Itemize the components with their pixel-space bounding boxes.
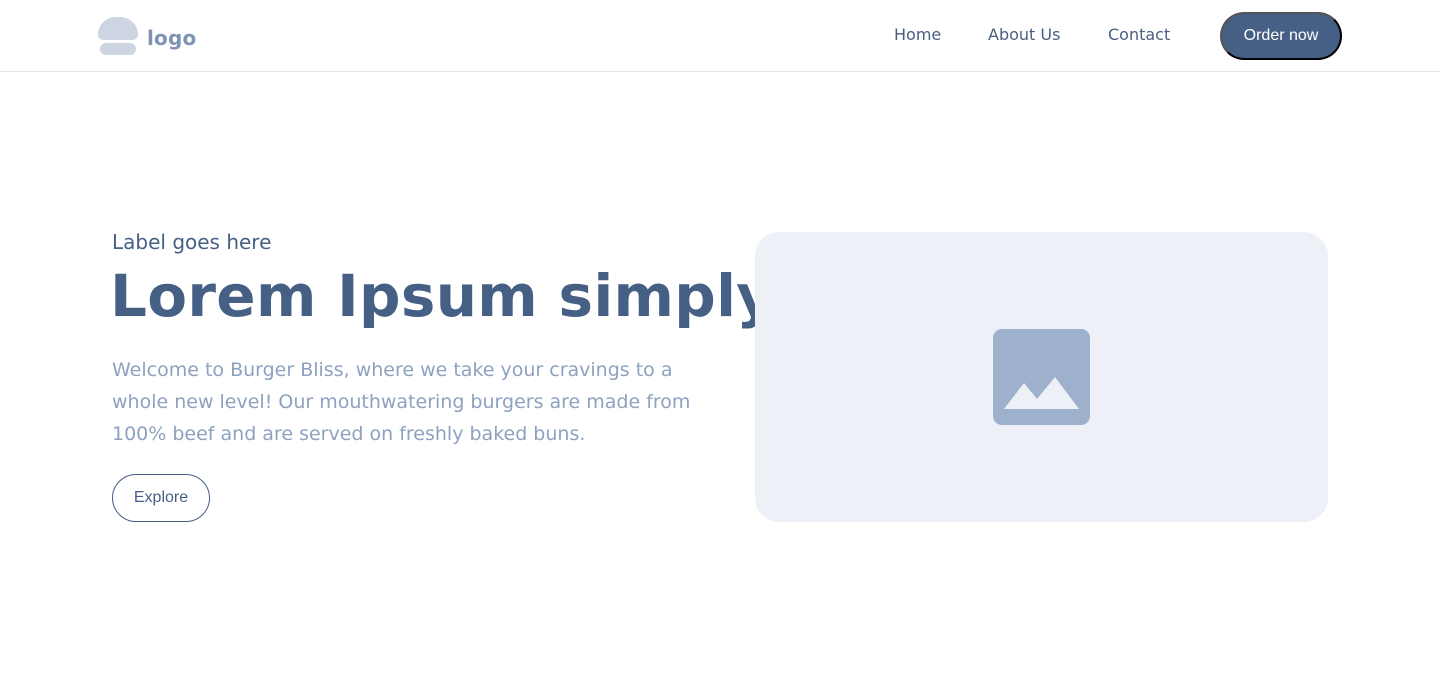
site-header: logo Home About Us Contact Order now [0, 0, 1440, 72]
image-placeholder-icon [993, 329, 1090, 425]
hero-title: Lorem Ipsum simply [110, 262, 775, 330]
logo-text: logo [147, 26, 197, 50]
order-now-button[interactable]: Order now [1220, 12, 1342, 60]
nav-link-about-us[interactable]: About Us [988, 25, 1060, 44]
nav-link-contact[interactable]: Contact [1108, 25, 1170, 44]
logo[interactable]: logo [98, 17, 196, 55]
hero-description: Welcome to Burger Bliss, where we take y… [112, 359, 691, 445]
nav-link-home[interactable]: Home [894, 25, 941, 44]
hero-image-placeholder [755, 232, 1328, 522]
burger-logo-icon [98, 17, 138, 55]
explore-button[interactable]: Explore [112, 474, 210, 522]
hero-label: Label goes here [112, 230, 272, 254]
